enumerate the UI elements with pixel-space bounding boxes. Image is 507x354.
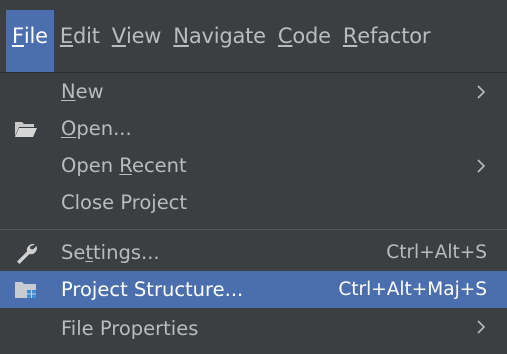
menu-view-mnemonic: V [111, 24, 126, 48]
chevron-right-icon [475, 83, 487, 101]
menu-item-file-properties[interactable]: File Properties [0, 308, 507, 354]
wrench-icon [14, 241, 38, 265]
menu-item-new-mnemonic: N [61, 80, 76, 103]
chevron-right-icon [475, 157, 487, 175]
menu-navigate-rest: avigate [188, 24, 266, 48]
file-menu-dropdown: New Open... Open Recent Close Project Se… [0, 72, 507, 354]
menu-item-close-project-pre: Close Pro [61, 191, 152, 214]
menu-item-open-recent[interactable]: Open Recent [0, 147, 507, 184]
menu-item-close-project-label: Close Project [61, 191, 187, 214]
menu-refactor-mnemonic: R [342, 24, 358, 48]
menu-edit-mnemonic: E [59, 24, 73, 48]
menu-separator [0, 229, 507, 230]
menu-file-mnemonic: F [12, 24, 24, 48]
menu-code-rest: ode [292, 24, 331, 48]
menu-view-rest: iew [125, 24, 162, 48]
menu-code-mnemonic: C [277, 24, 293, 48]
menu-item-project-structure[interactable]: Project Structure... Ctrl+Alt+Maj+S [0, 271, 507, 308]
menu-navigate-mnemonic: N [173, 24, 189, 48]
menu-item-close-project[interactable]: Close Project [0, 184, 507, 221]
menu-item-settings[interactable]: Settings... Ctrl+Alt+S [0, 234, 507, 271]
menu-item-close-project-rest: ect [156, 191, 188, 214]
menu-item-new[interactable]: New [0, 73, 507, 110]
menu-item-settings-label: Settings... [61, 241, 160, 264]
menu-item-settings-pre: Se [61, 241, 86, 264]
menu-item-new-rest: ew [75, 80, 104, 103]
menu-item-open[interactable]: Open... [0, 110, 507, 147]
menu-item-open-recent-rest: ecent [131, 154, 187, 177]
menu-item-project-structure-label: Project Structure... [61, 278, 244, 301]
menu-item-open-recent-label: Open Recent [61, 154, 187, 177]
menu-file-rest: ile [23, 24, 48, 48]
menu-item-project-structure-shortcut: Ctrl+Alt+Maj+S [338, 279, 487, 300]
menu-item-open-rest: pen... [76, 117, 132, 140]
menu-item-file-properties-label: File Properties [61, 317, 199, 340]
menu-item-settings-rest: tings... [93, 241, 160, 264]
menu-item-open-recent-pre: Open [61, 154, 120, 177]
folder-icon [14, 117, 38, 141]
menu-refactor-rest: efactor [357, 24, 431, 48]
menu-item-open-recent-mnemonic: R [119, 154, 132, 177]
chevron-right-icon [475, 318, 487, 336]
menu-edit-rest: dit [72, 24, 100, 48]
project-structure-icon [14, 278, 38, 302]
menu-item-settings-shortcut: Ctrl+Alt+S [386, 242, 487, 263]
menu-bar: File Edit View Navigate Code Refactor [0, 0, 507, 82]
menu-item-settings-mnemonic: t [85, 241, 94, 264]
menu-item-new-label: New [61, 80, 104, 103]
menu-item-open-label: Open... [61, 117, 132, 140]
menu-item-open-mnemonic: O [61, 117, 77, 140]
